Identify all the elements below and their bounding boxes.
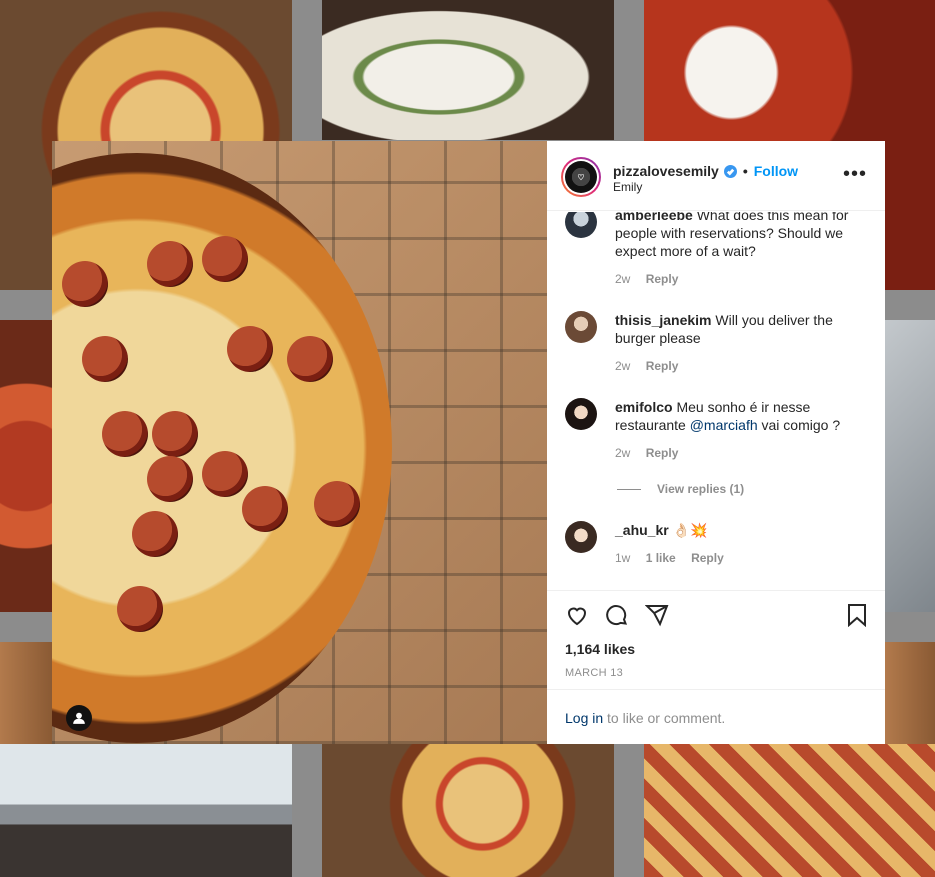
tagged-user-icon[interactable] <box>66 705 92 731</box>
grid-tile-5[interactable] <box>885 320 935 612</box>
comment-meta: 2w Reply <box>615 446 870 460</box>
grid-tile-4[interactable] <box>0 320 52 612</box>
author-subtitle: Emily <box>613 180 643 194</box>
commenter-avatar[interactable] <box>565 212 597 238</box>
pepperoni <box>147 241 193 287</box>
pepperoni <box>242 486 288 532</box>
mention-link[interactable]: @marciafh <box>690 417 758 433</box>
author-avatar[interactable]: ♡ <box>561 157 601 197</box>
comment-text: thisis_janekim Will you deliver the burg… <box>615 311 870 347</box>
comment-time[interactable]: 2w <box>615 446 630 460</box>
post-header: ♡ pizzalovesemily • Follow Emily ••• <box>547 141 885 211</box>
like-heart-icon[interactable] <box>565 603 589 632</box>
pepperoni <box>102 411 148 457</box>
comment-item: amberleebe What does this mean for peopl… <box>565 212 870 286</box>
grid-tile-9 <box>0 642 52 744</box>
pepperoni <box>117 586 163 632</box>
post-image[interactable] <box>52 141 547 744</box>
grid-tile-7[interactable] <box>322 744 614 877</box>
post-date[interactable]: MARCH 13 <box>565 667 623 679</box>
comments-list[interactable]: amberleebe What does this mean for peopl… <box>547 212 885 590</box>
comment-username[interactable]: emifolco <box>615 399 673 415</box>
comment-time[interactable]: 2w <box>615 359 630 373</box>
comment-item: _ahu_kr 👌🏻💥 1w 1 like Reply <box>565 521 870 565</box>
reply-button[interactable]: Reply <box>646 272 679 286</box>
more-options-icon[interactable]: ••• <box>843 164 867 184</box>
reply-button[interactable]: Reply <box>646 446 679 460</box>
comment-username[interactable]: amberleebe <box>615 212 693 223</box>
login-link[interactable]: Log in <box>565 710 603 726</box>
view-replies-label: View replies (1) <box>657 482 745 496</box>
comment-username[interactable]: _ahu_kr <box>615 522 669 538</box>
pepperoni <box>132 511 178 557</box>
comment-time[interactable]: 2w <box>615 272 630 286</box>
pepperoni <box>202 236 248 282</box>
comment-text: emifolco Meu sonho é ir nesse restaurant… <box>615 398 870 434</box>
author-row: pizzalovesemily • Follow <box>613 163 798 179</box>
grid-tile-8[interactable] <box>644 744 935 877</box>
comment-text: _ahu_kr 👌🏻💥 <box>615 521 870 539</box>
post-detail-panel: ♡ pizzalovesemily • Follow Emily ••• amb… <box>547 141 885 744</box>
commenter-avatar[interactable] <box>565 311 597 343</box>
pepperoni <box>152 411 198 457</box>
view-replies-button[interactable]: View replies (1) <box>617 482 744 496</box>
pepperoni <box>62 261 108 307</box>
comment-time[interactable]: 1w <box>615 551 630 565</box>
bookmark-icon[interactable] <box>845 603 869 632</box>
comment-item: emifolco Meu sonho é ir nesse restaurant… <box>565 398 870 460</box>
login-prompt: Log in to like or comment. <box>547 689 885 745</box>
pepperoni <box>287 336 333 382</box>
comment-meta: 2w Reply <box>615 359 870 373</box>
comment-item: thisis_janekim Will you deliver the burg… <box>565 311 870 373</box>
grid-tile-6[interactable] <box>0 744 292 877</box>
post-actions: 1,164 likes MARCH 13 Log in to like or c… <box>547 590 885 744</box>
comment-meta: 1w 1 like Reply <box>615 551 870 565</box>
comment-content-tail: vai comigo ? <box>761 417 841 433</box>
likes-count[interactable]: 1,164 likes <box>565 641 635 657</box>
comment-content: 👌🏻💥 <box>672 522 708 538</box>
share-send-icon[interactable] <box>644 603 669 632</box>
action-icons <box>565 603 669 632</box>
commenter-avatar[interactable] <box>565 398 597 430</box>
commenter-avatar[interactable] <box>565 521 597 553</box>
comment-username[interactable]: thisis_janekim <box>615 312 712 328</box>
pepperoni <box>227 326 273 372</box>
login-text: to like or comment. <box>603 710 726 726</box>
replies-divider <box>617 488 641 490</box>
grid-tile-2[interactable] <box>322 0 614 140</box>
pepperoni <box>202 451 248 497</box>
comment-bubble-icon[interactable] <box>605 603 629 632</box>
reply-button[interactable]: Reply <box>646 359 679 373</box>
reply-button[interactable]: Reply <box>691 551 724 565</box>
verified-badge-icon <box>723 164 737 178</box>
comment-meta: 2w Reply <box>615 272 870 286</box>
pepperoni <box>314 481 360 527</box>
author-username[interactable]: pizzalovesemily <box>613 163 719 179</box>
follow-button[interactable]: Follow <box>754 163 798 179</box>
pepperoni <box>147 456 193 502</box>
comment-text: amberleebe What does this mean for peopl… <box>615 212 870 260</box>
pepperoni <box>82 336 128 382</box>
separator: • <box>742 163 748 179</box>
comment-likes[interactable]: 1 like <box>646 551 676 565</box>
grid-tile-10 <box>885 642 935 744</box>
